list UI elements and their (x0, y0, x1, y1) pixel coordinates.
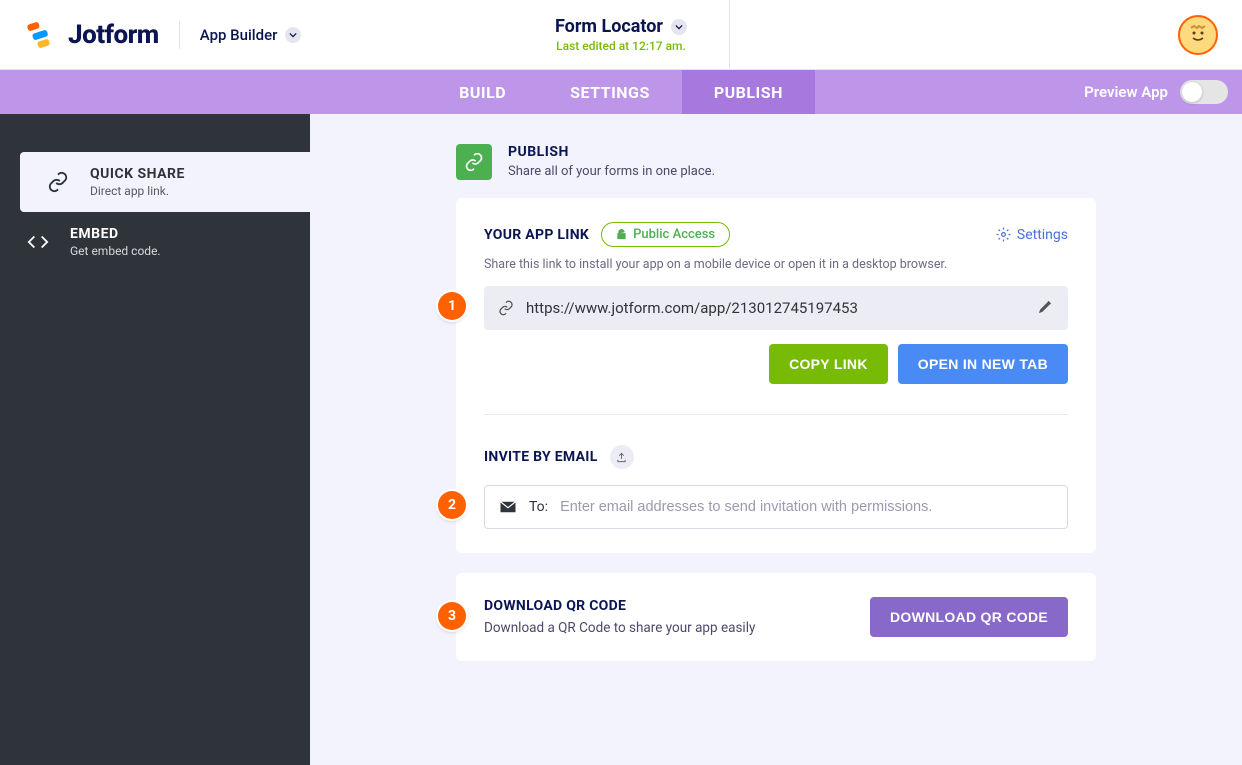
upload-icon (616, 452, 627, 463)
app-builder-dropdown[interactable]: App Builder (200, 26, 302, 44)
divider (179, 21, 180, 49)
embed-icon (24, 231, 52, 253)
step-badge-1: 1 (438, 292, 466, 320)
app-builder-label: App Builder (200, 26, 278, 44)
step-badge-2: 2 (438, 491, 466, 519)
user-avatar[interactable] (1178, 15, 1218, 55)
download-qr-button[interactable]: DOWNLOAD QR CODE (870, 597, 1068, 637)
email-input[interactable] (560, 499, 1053, 515)
sidebar-item-title: QUICK SHARE (90, 166, 185, 182)
link-section-desc: Share this link to install your app on a… (484, 257, 1068, 272)
tab-build[interactable]: BUILD (427, 70, 538, 114)
your-app-link-label: YOUR APP LINK (484, 227, 589, 243)
settings-link[interactable]: Settings (996, 227, 1068, 243)
invite-by-email-label: INVITE BY EMAIL (484, 449, 598, 465)
open-new-tab-button[interactable]: OPEN IN NEW TAB (898, 344, 1068, 384)
preview-app-label: Preview App (1084, 83, 1168, 101)
email-to-label: To: (529, 499, 548, 515)
sidebar-item-embed[interactable]: EMBED Get embed code. (0, 212, 310, 272)
last-edited-label: Last edited at 12:17 am. (555, 39, 687, 53)
form-name-label: Form Locator (555, 16, 663, 37)
publish-title: PUBLISH (508, 144, 715, 160)
public-access-badge[interactable]: Public Access (601, 222, 730, 247)
sidebar-item-title: EMBED (70, 226, 161, 242)
app-link-field[interactable]: https://www.jotform.com/app/213012745197… (484, 286, 1068, 330)
share-icon[interactable] (610, 445, 634, 469)
qr-code-card: 3 DOWNLOAD QR CODE Download a QR Code to… (456, 573, 1096, 661)
email-invite-field[interactable]: To: (484, 485, 1068, 529)
header-center: Form Locator Last edited at 12:17 am. (555, 16, 687, 53)
link-icon (498, 300, 514, 316)
gear-icon (996, 227, 1011, 242)
main-content: PUBLISH Share all of your forms in one p… (310, 114, 1242, 765)
divider (484, 414, 1068, 415)
jotform-logo-icon (24, 18, 58, 52)
unlock-icon (616, 229, 627, 240)
sidebar-item-sub: Get embed code. (70, 244, 161, 258)
step-badge-3: 3 (438, 602, 466, 630)
sidebar-item-quick-share[interactable]: QUICK SHARE Direct app link. (20, 152, 310, 212)
sidebar-item-sub: Direct app link. (90, 184, 185, 198)
chevron-down-icon (285, 27, 301, 43)
chevron-down-icon (671, 19, 687, 35)
nav-tabs: BUILD SETTINGS PUBLISH (427, 70, 815, 114)
badge-text: Public Access (633, 227, 715, 242)
settings-link-text: Settings (1017, 227, 1068, 243)
envelope-icon (499, 498, 517, 516)
preview-group: Preview App (1084, 80, 1228, 104)
body: QUICK SHARE Direct app link. EMBED Get e… (0, 114, 1242, 765)
preview-toggle[interactable] (1180, 80, 1228, 104)
publish-header: PUBLISH Share all of your forms in one p… (456, 144, 1096, 180)
qr-title: DOWNLOAD QR CODE (484, 598, 755, 614)
toggle-knob (1182, 82, 1202, 102)
app-header: Jotform App Builder Form Locator Last ed… (0, 0, 1242, 70)
publish-link-icon (456, 144, 492, 180)
copy-link-button[interactable]: COPY LINK (769, 344, 888, 384)
pencil-icon (1038, 298, 1054, 314)
tab-settings[interactable]: SETTINGS (538, 70, 682, 114)
link-icon (44, 171, 72, 193)
form-name-dropdown[interactable]: Form Locator (555, 16, 687, 37)
sidebar: QUICK SHARE Direct app link. EMBED Get e… (0, 114, 310, 765)
avatar-icon (1183, 20, 1213, 50)
logo[interactable]: Jotform (24, 18, 159, 52)
tab-publish[interactable]: PUBLISH (682, 70, 815, 114)
qr-subtitle: Download a QR Code to share your app eas… (484, 620, 755, 636)
divider (729, 0, 730, 70)
app-link-card: YOUR APP LINK Public Access Settings Sha… (456, 198, 1096, 553)
app-link-url: https://www.jotform.com/app/213012745197… (526, 299, 1026, 317)
publish-subtitle: Share all of your forms in one place. (508, 164, 715, 179)
edit-link-button[interactable] (1038, 298, 1054, 318)
nav-bar: BUILD SETTINGS PUBLISH Preview App (0, 70, 1242, 114)
logo-text: Jotform (68, 20, 159, 50)
